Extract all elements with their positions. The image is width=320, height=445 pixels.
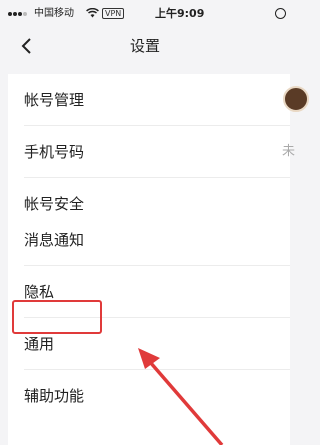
- back-arrow-icon[interactable]: [20, 38, 34, 54]
- account-management-row[interactable]: 帐号管理: [8, 74, 309, 126]
- nav-bar: 设置: [0, 26, 290, 66]
- avatar: [283, 86, 309, 112]
- row-label: 手机号码: [24, 143, 85, 161]
- signal-strength-icon: [8, 12, 30, 18]
- page-title: 设置: [129, 37, 160, 55]
- rotation-lock-icon: [275, 8, 286, 19]
- accessibility-row[interactable]: 辅助功能: [8, 370, 290, 422]
- carrier-name: 中国移动: [34, 8, 74, 19]
- clock: 上午9:09: [155, 7, 205, 20]
- vpn-badge: VPN: [102, 8, 125, 19]
- row-label: 辅助功能: [24, 387, 85, 405]
- phone-number-value: 未: [282, 144, 296, 159]
- privacy-highlight-box: [12, 300, 102, 334]
- row-label: 消息通知: [24, 231, 85, 249]
- status-bar: 中国移动 VPN 上午9:09: [0, 0, 290, 26]
- wifi-icon: [86, 8, 99, 18]
- row-label: 帐号管理: [24, 91, 85, 109]
- account-settings-group: 帐号管理 手机号码 未 帐号安全: [8, 74, 309, 230]
- notifications-row[interactable]: 消息通知: [8, 214, 290, 266]
- phone-number-row[interactable]: 手机号码 未: [8, 126, 295, 178]
